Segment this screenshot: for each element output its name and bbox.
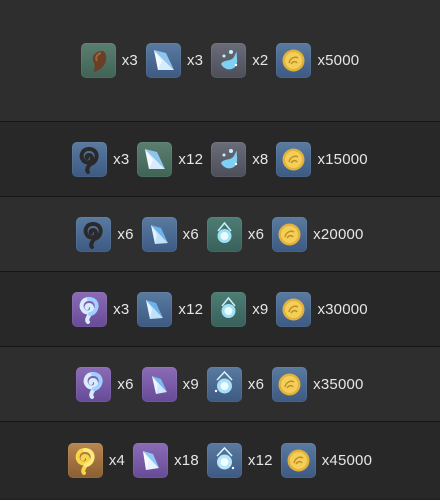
material-item: x3 [80, 43, 138, 78]
item-quantity: x20000 [313, 225, 364, 243]
mora-coin-icon [276, 43, 312, 78]
mora-coin-icon [276, 141, 312, 177]
material-item: x30000 [276, 291, 368, 327]
item-quantity: x12 [178, 150, 204, 168]
item-quantity: x9 [252, 300, 269, 318]
item-quantity: x30000 [317, 300, 368, 318]
table-row: x3 x3 x2 x5000 [0, 0, 440, 122]
material-item: x3 [72, 291, 130, 327]
table-row: x6 x9 x6 x35000 [0, 347, 440, 422]
material-item: x6 [141, 216, 199, 252]
item-quantity: x6 [247, 375, 265, 393]
spiral-shell-icon [76, 216, 112, 252]
material-item: x6 [76, 366, 134, 402]
item-quantity: x3 [113, 150, 130, 168]
item-quantity: x35000 [313, 375, 364, 393]
item-quantity: x6 [117, 375, 134, 393]
item-quantity: x2 [252, 52, 269, 69]
material-item: x6 [206, 216, 265, 252]
material-item: x45000 [280, 442, 373, 478]
material-item: x35000 [272, 366, 364, 402]
item-quantity: x5000 [317, 52, 360, 69]
table-row: x4 x18 x12 x45000 [0, 422, 440, 498]
material-item: x12 [137, 141, 204, 177]
crystal-shard-icon [141, 366, 177, 402]
material-item: x20000 [272, 216, 364, 252]
item-quantity: x3 [121, 52, 138, 69]
mora-coin-icon [280, 442, 316, 478]
table-row: x3 x12 x8 x15000 [0, 122, 440, 197]
sparkle-orb-icon [211, 141, 247, 177]
spiral-shell-icon [72, 141, 108, 177]
table-row: x6 x6 x6 x20000 [0, 197, 440, 272]
spiral-shell-icon [67, 442, 103, 478]
item-quantity: x4 [108, 451, 126, 469]
material-item: x9 [211, 291, 269, 327]
item-quantity: x9 [182, 375, 199, 393]
item-quantity: x45000 [321, 451, 373, 469]
material-item: x6 [76, 216, 134, 252]
material-item: x8 [211, 141, 269, 177]
spiral-shell-icon [76, 366, 112, 402]
material-item: x12 [206, 442, 273, 478]
sparkle-orb-icon [211, 43, 247, 78]
item-quantity: x8 [252, 150, 269, 168]
gold-chip-icon [80, 43, 116, 78]
crystal-shard-icon [137, 291, 173, 327]
crystal-shard-icon [137, 141, 173, 177]
crystal-shard-icon [133, 442, 169, 478]
item-quantity: x18 [174, 451, 199, 469]
item-quantity: x15000 [317, 150, 368, 168]
material-item: x2 [211, 43, 268, 78]
material-item: x3 [72, 141, 130, 177]
material-item: x6 [206, 366, 265, 402]
material-item: x18 [133, 442, 199, 478]
crystal-shard-icon [141, 216, 177, 252]
mora-coin-icon [272, 366, 308, 402]
spiral-shell-icon [72, 291, 108, 327]
item-quantity: x12 [247, 451, 273, 469]
material-item: x9 [141, 366, 199, 402]
ascension-materials-table: x3 x3 x2 x5000 x3 x12 x8 x15000 x6 x6 x6… [0, 0, 440, 500]
sparkle-orb-icon [211, 291, 247, 327]
item-quantity: x6 [117, 225, 134, 243]
material-item: x3 [145, 43, 204, 78]
sparkle-orb-icon [206, 366, 242, 402]
crystal-shard-icon [145, 43, 181, 78]
item-quantity: x3 [113, 300, 130, 318]
material-item: x15000 [276, 141, 368, 177]
sparkle-orb-icon [206, 216, 242, 252]
mora-coin-icon [272, 216, 308, 252]
material-item: x4 [67, 442, 126, 478]
material-item: x12 [137, 291, 204, 327]
sparkle-orb-icon [206, 442, 242, 478]
mora-coin-icon [276, 291, 312, 327]
material-item: x5000 [276, 43, 359, 78]
item-quantity: x6 [182, 225, 199, 243]
item-quantity: x3 [186, 52, 204, 69]
item-quantity: x12 [178, 300, 204, 318]
item-quantity: x6 [247, 225, 265, 243]
table-row: x3 x12 x9 x30000 [0, 272, 440, 347]
